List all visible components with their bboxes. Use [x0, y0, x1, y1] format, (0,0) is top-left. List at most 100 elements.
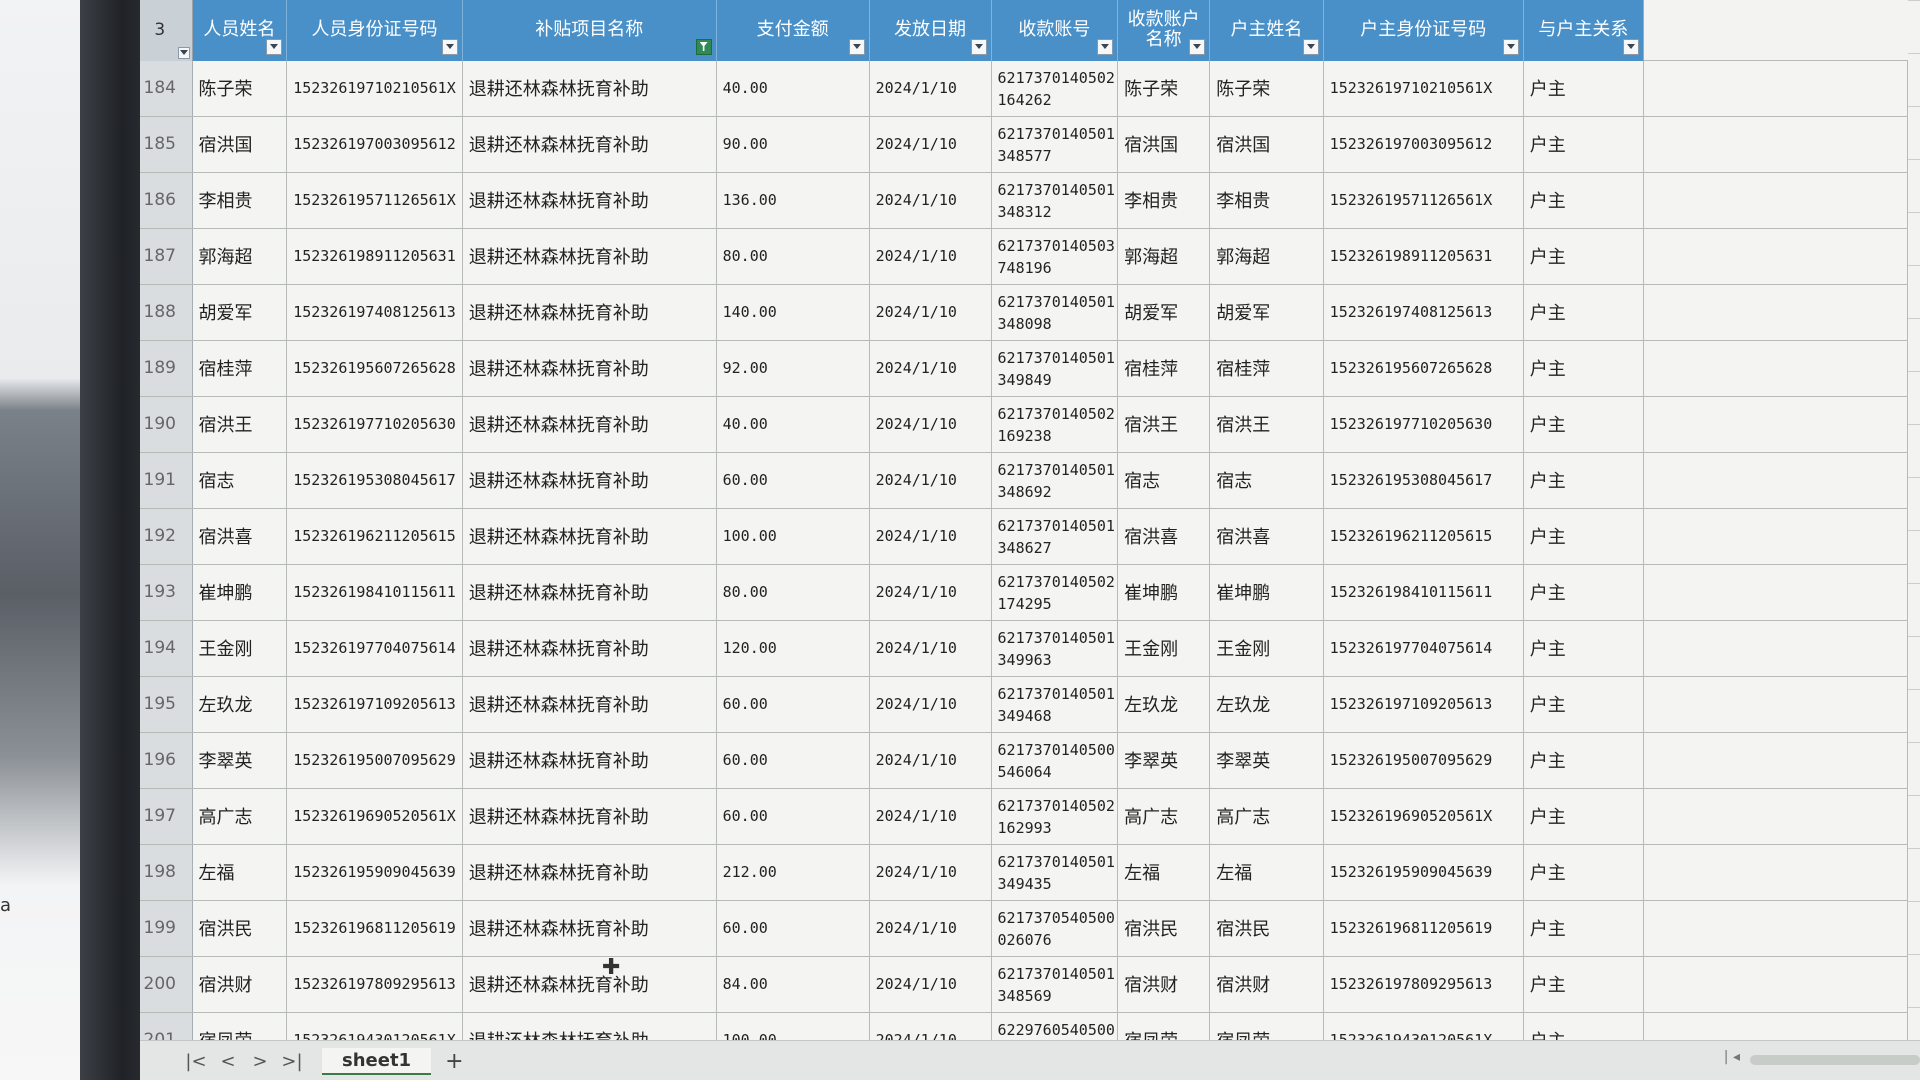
cell-relation[interactable]: 户主: [1523, 60, 1644, 117]
cell-amount[interactable]: 136.00: [716, 172, 870, 229]
cell-person-id[interactable]: 152326197109205613: [286, 676, 463, 733]
cell-head-id[interactable]: 152326195007095629: [1323, 732, 1524, 789]
cell-person-name[interactable]: 郭海超: [192, 228, 288, 285]
cell-person-id[interactable]: 152326196211205615: [286, 508, 463, 565]
empty-cell[interactable]: [1643, 956, 1909, 1013]
cell-amount[interactable]: 40.00: [716, 396, 870, 453]
cell-project-name[interactable]: 退耕还林森林抚育补助: [462, 396, 717, 453]
cell-amount[interactable]: 80.00: [716, 228, 870, 285]
cell-relation[interactable]: 户主: [1523, 284, 1644, 341]
cell-head-id[interactable]: 152326197408125613: [1323, 284, 1524, 341]
cell-amount[interactable]: 60.00: [716, 732, 870, 789]
column-header-project[interactable]: 补贴项目名称: [462, 0, 717, 61]
cell-project-name[interactable]: 退耕还林森林抚育补助: [462, 228, 717, 285]
cell-person-id[interactable]: 152326197003095612: [286, 116, 463, 173]
cell-project-name[interactable]: 退耕还林森林抚育补助: [462, 564, 717, 621]
cell-date[interactable]: 2024/1/10: [869, 60, 992, 117]
cell-person-id[interactable]: 152326197710205630: [286, 396, 463, 453]
cell-head-id[interactable]: 152326197003095612: [1323, 116, 1524, 173]
empty-header-cell[interactable]: [1643, 0, 1908, 61]
row-number[interactable]: 194: [140, 620, 193, 677]
empty-cell[interactable]: [1643, 116, 1909, 173]
cell-date[interactable]: 2024/1/10: [869, 676, 992, 733]
cell-head-name[interactable]: 胡爱军: [1209, 284, 1324, 341]
cell-account-number[interactable]: 6217370140501348569: [991, 956, 1119, 1013]
row-number[interactable]: 200: [140, 956, 193, 1013]
cell-person-name[interactable]: 宿洪王: [192, 396, 288, 453]
cell-person-id[interactable]: 152326196811205619: [286, 900, 463, 957]
cell-project-name[interactable]: 退耕还林森林抚育补助: [462, 900, 717, 957]
cell-head-name[interactable]: 左玖龙: [1209, 676, 1324, 733]
column-header-name[interactable]: 人员姓名: [192, 0, 288, 61]
column-header-amount[interactable]: 支付金额: [716, 0, 870, 61]
empty-cell[interactable]: [1643, 844, 1909, 901]
cell-amount[interactable]: 90.00: [716, 116, 870, 173]
cell-relation[interactable]: 户主: [1523, 620, 1644, 677]
cell-head-id[interactable]: 152326196211205615: [1323, 508, 1524, 565]
row-number[interactable]: 199: [140, 900, 193, 957]
cell-person-name[interactable]: 高广志: [192, 788, 288, 845]
cell-account-name[interactable]: 宿洪财: [1117, 956, 1211, 1013]
cell-head-name[interactable]: 李翠英: [1209, 732, 1324, 789]
cell-person-name[interactable]: 宿洪民: [192, 900, 288, 957]
cell-person-id[interactable]: 152326195909045639: [286, 844, 463, 901]
cell-head-name[interactable]: 左福: [1209, 844, 1324, 901]
cell-head-name[interactable]: 陈子荣: [1209, 60, 1324, 117]
empty-cell[interactable]: [1643, 172, 1909, 229]
cell-person-id[interactable]: 152326197809295613: [286, 956, 463, 1013]
cell-person-name[interactable]: 左玖龙: [192, 676, 288, 733]
column-header-id[interactable]: 人员身份证号码: [286, 0, 463, 61]
cell-head-name[interactable]: 宿志: [1209, 452, 1324, 509]
filter-dropdown-icon[interactable]: [970, 38, 987, 55]
filter-dropdown-icon[interactable]: [1189, 38, 1206, 55]
cell-date[interactable]: 2024/1/10: [869, 340, 992, 397]
row-number[interactable]: 191: [140, 452, 193, 509]
row-number[interactable]: 190: [140, 396, 193, 453]
empty-cell[interactable]: [1643, 284, 1909, 341]
cell-project-name[interactable]: 退耕还林森林抚育补助: [462, 620, 717, 677]
cell-relation[interactable]: 户主: [1523, 844, 1644, 901]
cell-account-name[interactable]: 李相贵: [1117, 172, 1211, 229]
cell-project-name[interactable]: 退耕还林森林抚育补助: [462, 284, 717, 341]
cell-project-name[interactable]: 退耕还林森林抚育补助: [462, 956, 717, 1013]
cell-account-number[interactable]: 6217370540500026076: [991, 900, 1119, 957]
empty-cell[interactable]: [1643, 340, 1909, 397]
cell-relation[interactable]: 户主: [1523, 396, 1644, 453]
cell-person-id[interactable]: 152326198410115611: [286, 564, 463, 621]
cell-head-id[interactable]: 152326197704075614: [1323, 620, 1524, 677]
cell-amount[interactable]: 60.00: [716, 788, 870, 845]
cell-person-id[interactable]: 152326197704075614: [286, 620, 463, 677]
row-number[interactable]: 198: [140, 844, 193, 901]
cell-head-id[interactable]: 152326195909045639: [1323, 844, 1524, 901]
cell-head-id[interactable]: 152326198911205631: [1323, 228, 1524, 285]
empty-cell[interactable]: [1643, 508, 1909, 565]
horizontal-scrollbar[interactable]: [1750, 1055, 1920, 1065]
cell-amount[interactable]: 84.00: [716, 956, 870, 1013]
empty-cell[interactable]: [1643, 452, 1909, 509]
cell-account-name[interactable]: 宿洪国: [1117, 116, 1211, 173]
cell-account-name[interactable]: 宿洪王: [1117, 396, 1211, 453]
cell-account-name[interactable]: 宿志: [1117, 452, 1211, 509]
cell-person-name[interactable]: 王金刚: [192, 620, 288, 677]
cell-relation[interactable]: 户主: [1523, 508, 1644, 565]
cell-head-id[interactable]: 152326195607265628: [1323, 340, 1524, 397]
row-number[interactable]: 197: [140, 788, 193, 845]
cell-account-name[interactable]: 高广志: [1117, 788, 1211, 845]
column-header-date[interactable]: 发放日期: [869, 0, 992, 61]
cell-person-id[interactable]: 152326198911205631: [286, 228, 463, 285]
next-sheet-icon[interactable]: >: [244, 1051, 276, 1072]
cell-account-number[interactable]: 6217370140501349849: [991, 340, 1119, 397]
cell-date[interactable]: 2024/1/10: [869, 900, 992, 957]
cell-person-name[interactable]: 左福: [192, 844, 288, 901]
cell-date[interactable]: 2024/1/10: [869, 116, 992, 173]
tab-sheet1[interactable]: sheet1: [322, 1047, 432, 1075]
column-header-account-name[interactable]: 收款账户 名称: [1117, 0, 1211, 61]
row-number[interactable]: 195: [140, 676, 193, 733]
cell-amount[interactable]: 92.00: [716, 340, 870, 397]
cell-date[interactable]: 2024/1/10: [869, 396, 992, 453]
cell-amount[interactable]: 40.00: [716, 60, 870, 117]
cell-person-id[interactable]: 152326195007095629: [286, 732, 463, 789]
cell-amount[interactable]: 100.00: [716, 508, 870, 565]
cell-account-number[interactable]: 6217370140501348627: [991, 508, 1119, 565]
cell-account-name[interactable]: 宿桂萍: [1117, 340, 1211, 397]
